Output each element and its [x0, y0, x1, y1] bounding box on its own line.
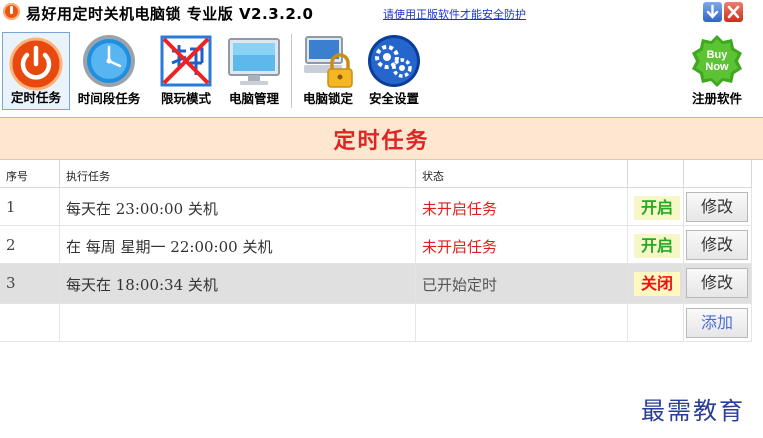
- tab-pc-management[interactable]: 电脑管理: [222, 30, 286, 110]
- tab-pc-management-label: 电脑管理: [228, 91, 279, 106]
- tab-time-range-task[interactable]: 时间段任务: [70, 30, 148, 110]
- title-bar: 易好用定时关机电脑锁 专业版 V2.3.2.0 请使用正版软件才能安全防护: [0, 0, 763, 28]
- monitor-icon: [228, 38, 280, 85]
- register-software-label: 注册软件: [691, 91, 742, 106]
- enable-task-button[interactable]: 开启: [634, 234, 680, 258]
- empty-cell: [60, 304, 416, 342]
- row-status: 未开启任务: [416, 226, 628, 264]
- tab-security-settings[interactable]: 安全设置: [362, 30, 426, 110]
- edit-task-button[interactable]: 修改: [686, 268, 748, 298]
- register-software-button[interactable]: Buy Now 注册软件: [684, 30, 750, 110]
- panel-header: 定时任务: [0, 117, 763, 160]
- row-index: 2: [0, 226, 60, 264]
- row-task: 每天在 18:00:34 关机: [60, 264, 416, 304]
- table-row-empty: 添加: [0, 304, 752, 342]
- empty-cell: [0, 304, 60, 342]
- tab-scheduled-task[interactable]: 定时任务: [2, 32, 70, 110]
- buy-now-icon: Buy Now: [692, 35, 742, 87]
- svg-text:Buy: Buy: [707, 49, 729, 61]
- svg-text:Now: Now: [705, 61, 729, 73]
- table-row: 1 每天在 23:00:00 关机 未开启任务 开启 修改: [0, 188, 752, 226]
- col-header-toggle: [628, 160, 684, 188]
- tab-time-range-task-label: 时间段任务: [77, 91, 141, 106]
- gear-icon: [368, 35, 420, 87]
- empty-cell: [416, 304, 628, 342]
- table-header-row: 序号 执行任务 状态: [0, 160, 752, 188]
- table-row-selected: 3 每天在 18:00:34 关机 已开始定时 关闭 修改: [0, 264, 752, 304]
- watermark-text: 最需教育: [641, 397, 745, 425]
- row-task: 每天在 23:00:00 关机: [60, 188, 416, 226]
- genuine-software-link[interactable]: 请使用正版软件才能安全防护: [383, 6, 526, 22]
- edit-task-button[interactable]: 修改: [686, 192, 748, 222]
- add-task-button[interactable]: 添加: [686, 308, 748, 338]
- row-index: 3: [0, 264, 60, 304]
- col-header-task: 执行任务: [60, 160, 416, 188]
- no-play-icon: [160, 35, 212, 87]
- app-power-icon: [3, 3, 20, 20]
- row-status: 未开启任务: [416, 188, 628, 226]
- close-icon: [727, 5, 740, 19]
- table-row: 2 在 每周 星期一 22:00:00 关机 未开启任务 开启 修改: [0, 226, 752, 264]
- window-title: 易好用定时关机电脑锁 专业版 V2.3.2.0: [26, 5, 314, 23]
- toolbar-divider: [291, 34, 292, 108]
- close-button[interactable]: [724, 2, 743, 22]
- main-toolbar: 定时任务 时间段任务 限玩模式 电脑管理 电脑锁定 安全设置 Buy Now 注…: [0, 28, 763, 112]
- enable-task-button[interactable]: 开启: [634, 196, 680, 220]
- col-header-status: 状态: [416, 160, 628, 188]
- tab-pc-lock[interactable]: 电脑锁定: [296, 30, 360, 110]
- minimize-button[interactable]: [703, 2, 722, 22]
- down-arrow-icon: [706, 4, 719, 19]
- edit-task-button[interactable]: 修改: [686, 230, 748, 260]
- disable-task-button[interactable]: 关闭: [634, 272, 680, 296]
- tab-scheduled-task-label: 定时任务: [10, 90, 61, 105]
- tab-play-limit-mode-label: 限玩模式: [160, 91, 211, 106]
- clock-icon: [83, 35, 135, 87]
- row-index: 1: [0, 188, 60, 226]
- power-icon: [9, 37, 63, 91]
- tab-pc-lock-label: 电脑锁定: [302, 91, 353, 106]
- row-status: 已开始定时: [416, 264, 628, 304]
- tab-play-limit-mode[interactable]: 限玩模式: [151, 30, 221, 110]
- col-header-index: 序号: [0, 160, 60, 188]
- tab-security-settings-label: 安全设置: [368, 91, 419, 106]
- panel-title: 定时任务: [333, 129, 430, 154]
- computer-lock-icon: [304, 36, 353, 88]
- empty-cell: [628, 304, 684, 342]
- row-task: 在 每周 星期一 22:00:00 关机: [60, 226, 416, 264]
- col-header-edit: [684, 160, 752, 188]
